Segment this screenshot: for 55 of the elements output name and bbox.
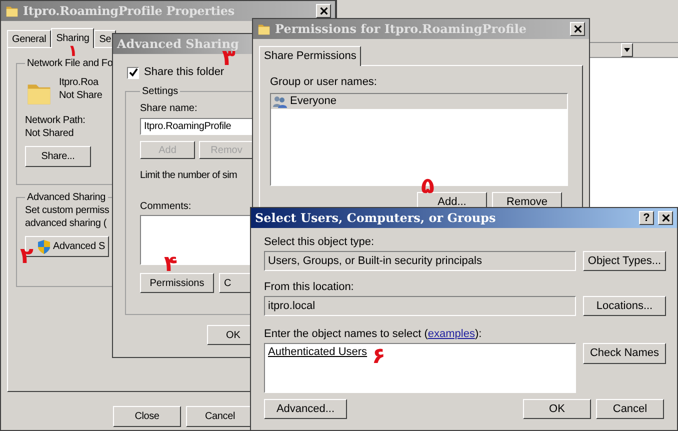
dialog-button[interactable]: OK [523,399,591,419]
description-text: Set custom permiss [25,204,110,217]
object-names-label: Enter the object names to select (examples): [264,328,482,341]
users-icon [273,96,287,108]
close-icon [662,214,670,222]
location-label: From this location: [264,281,354,294]
group-title: Advanced Sharing [26,191,107,204]
checkbox-label: Share this folder [144,66,224,79]
close-button[interactable] [570,22,585,36]
object-type-label: Select this object type: [264,236,374,249]
ok-button[interactable]: OK [207,325,253,345]
object-types-button[interactable]: Object Types... [583,251,666,271]
examples-link[interactable]: examples [428,328,475,340]
step-number: ۳ [222,48,236,70]
close-icon [320,7,328,15]
checkbox[interactable] [127,66,139,78]
window-title: Permissions for Itpro.RoamingProfile [275,22,527,36]
tab[interactable]: General [7,30,52,47]
help-button[interactable]: ? [639,211,654,225]
share-status: Not Share [59,89,102,102]
group-label: Group or user names: [270,76,378,89]
share-name-field[interactable]: Itpro.RoamingProfile [140,118,253,135]
step-number: ۴ [164,254,178,276]
user-list-item[interactable]: Everyone [271,94,567,109]
window-title: Itpro.RoamingProfile Properties [23,4,234,18]
close-icon [574,25,582,33]
limit-text: Limit the number of sim [140,169,238,182]
network-path-value: Not Shared [25,127,74,140]
share-button[interactable]: Share... [25,146,91,167]
window-title: Select Users, Computers, or Groups [255,212,496,224]
check-names-button[interactable]: Check Names [583,343,666,364]
object-name: Authenticated Users [268,346,368,358]
folder-name: Itpro.Roa [59,76,98,89]
step-number: ۶ [372,346,386,368]
share-name-label: Share name: [140,102,198,115]
close-button[interactable] [658,211,673,225]
close-button[interactable] [316,4,331,18]
dialog-button[interactable]: Close [113,406,181,427]
caching-button[interactable]: C [219,273,253,293]
folder-icon [5,4,19,18]
group-title: Settings [141,85,180,98]
locations-button[interactable]: Locations... [583,296,666,316]
folder-icon [257,22,271,36]
tab[interactable]: Share Permissions [259,46,362,66]
object-type-field: Users, Groups, or Built-in security principals [264,251,576,271]
network-path-label: Network Path: [25,114,86,127]
dialog-button[interactable]: Cancel [596,399,664,419]
window-title: Advanced Sharing [117,38,239,50]
permissions-button[interactable]: Permissions [140,273,214,293]
advanced-button[interactable]: Advanced... [264,399,347,419]
description-text: advanced sharing ( [25,217,106,230]
location-field: itpro.local [264,296,576,316]
comments-label: Comments: [140,200,192,213]
shield-icon [38,240,50,254]
user-name: Everyone [290,95,336,108]
